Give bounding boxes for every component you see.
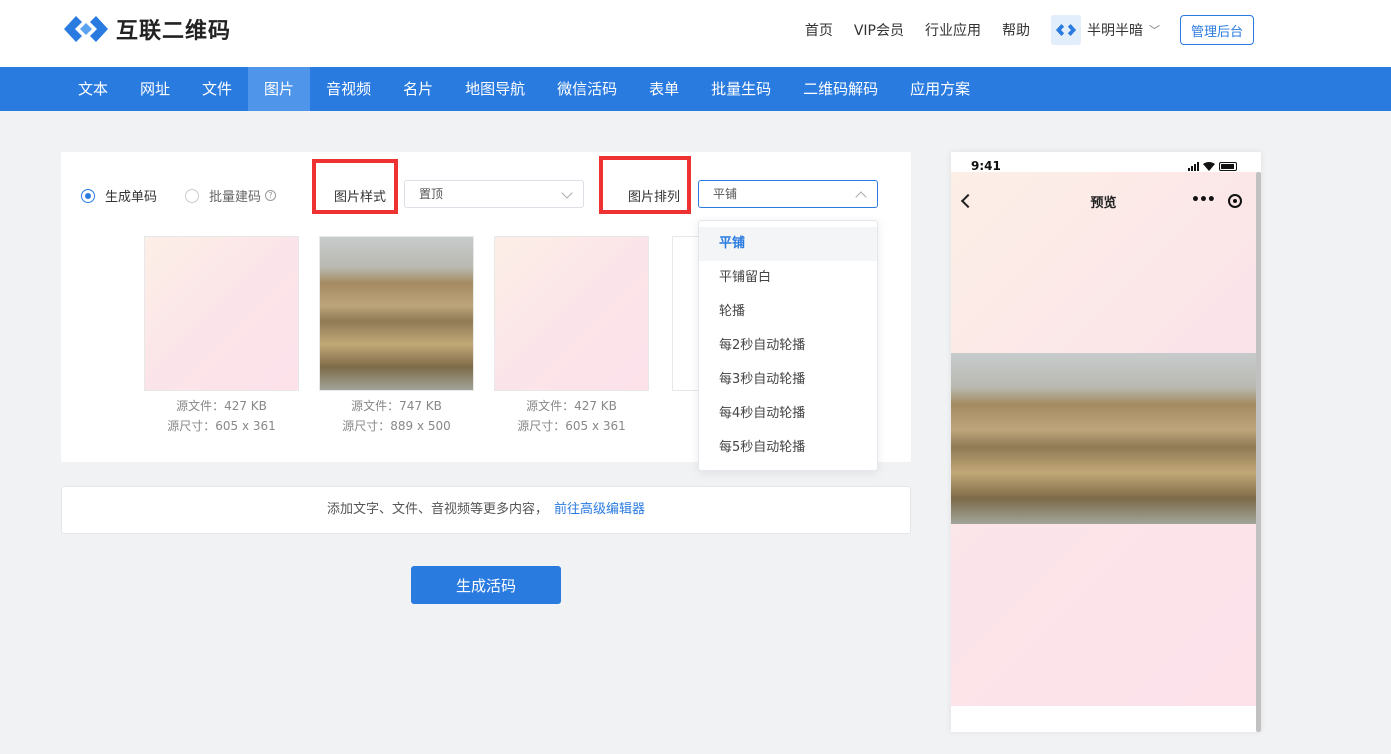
radio-single-label[interactable]: 生成单码: [105, 186, 157, 205]
avatar-logo-icon: [1055, 24, 1077, 36]
style-select-value: 置顶: [419, 187, 444, 201]
dropdown-option[interactable]: 每4秒自动轮播: [699, 397, 877, 431]
nav-solutions[interactable]: 应用方案: [894, 67, 986, 111]
thumb-dims: 源尺寸：605 x 361: [517, 419, 626, 433]
radio-batch-label[interactable]: 批量建码: [209, 186, 261, 205]
advanced-editor-link[interactable]: 前往高级编辑器: [554, 502, 645, 517]
highlight-box-style: [312, 159, 398, 214]
main-nav: 文本 网址 文件 图片 音视频 名片 地图导航 微信活码 表单 批量生码 二维码…: [0, 67, 1391, 111]
header: 互联二维码 首页 VIP会员 行业应用 帮助 半明半暗 ﹀ 管理后台: [0, 0, 1391, 67]
phone-preview-photo: [951, 353, 1256, 524]
radio-single[interactable]: [81, 188, 95, 203]
thumb-dims: 源尺寸：889 x 500: [342, 419, 451, 433]
top-link-help[interactable]: 帮助: [1002, 20, 1030, 40]
nav-url[interactable]: 网址: [124, 67, 186, 111]
chevron-up-icon: [855, 191, 867, 203]
nav-file[interactable]: 文件: [186, 67, 248, 111]
top-link-home[interactable]: 首页: [805, 20, 833, 40]
nav-map[interactable]: 地图导航: [449, 67, 541, 111]
style-select[interactable]: 置顶: [404, 180, 584, 208]
mode-radio-group: 生成单码 批量建码 ?: [81, 186, 277, 205]
dropdown-option[interactable]: 每3秒自动轮播: [699, 363, 877, 397]
brand-name: 互联二维码: [116, 19, 232, 44]
nav-decode[interactable]: 二维码解码: [787, 67, 894, 111]
nav-text[interactable]: 文本: [62, 67, 124, 111]
phone-preview: 9:41 预览 •••: [951, 152, 1261, 732]
user-name: 半明半暗: [1086, 23, 1143, 39]
phone-status-bar: 9:41: [951, 152, 1261, 174]
top-links: 首页 VIP会员 行业应用 帮助 半明半暗 ﹀ 管理后台: [805, 0, 1391, 60]
nav-batch[interactable]: 批量生码: [695, 67, 787, 111]
thumb-size: 源文件：747 KB: [351, 399, 442, 413]
image-thumb-1[interactable]: [144, 236, 299, 391]
phone-scrollbar[interactable]: [1256, 172, 1261, 732]
logo-icon: [64, 16, 108, 42]
chevron-down-icon: ﹀: [1148, 24, 1160, 37]
admin-button[interactable]: 管理后台: [1179, 15, 1254, 45]
image-thumb-3-meta: 源文件：427 KB 源尺寸：605 x 361: [494, 396, 649, 436]
generate-button[interactable]: 生成活码: [411, 566, 561, 604]
battery-icon: [1219, 162, 1237, 171]
dropdown-option[interactable]: 平铺: [699, 227, 877, 261]
wifi-icon: [1203, 162, 1215, 171]
image-thumb-1-meta: 源文件：427 KB 源尺寸：605 x 361: [144, 396, 299, 436]
dropdown-option[interactable]: 轮播: [699, 295, 877, 329]
more-icon[interactable]: •••: [1191, 192, 1216, 208]
signal-icon: [1188, 162, 1199, 171]
highlight-box-arrange: [599, 156, 691, 214]
status-icons: [1188, 162, 1237, 171]
chevron-down-icon: [561, 187, 573, 199]
arrange-dropdown: 平铺 平铺留白 轮播 每2秒自动轮播 每3秒自动轮播 每4秒自动轮播 每5秒自动…: [698, 220, 878, 471]
phone-time: 9:41: [971, 159, 1001, 173]
dropdown-option[interactable]: 每2秒自动轮播: [699, 329, 877, 363]
nav-form[interactable]: 表单: [633, 67, 695, 111]
dropdown-option[interactable]: 每5秒自动轮播: [699, 431, 877, 465]
image-thumb-2-meta: 源文件：747 KB 源尺寸：889 x 500: [319, 396, 474, 436]
nav-image[interactable]: 图片: [248, 67, 311, 111]
nav-card[interactable]: 名片: [387, 67, 449, 111]
logo[interactable]: 互联二维码: [62, 12, 231, 46]
user-menu[interactable]: 半明半暗 ﹀: [1050, 15, 1160, 45]
add-content-text: 添加文字、文件、音视频等更多内容，: [326, 502, 548, 517]
avatar: [1050, 15, 1081, 45]
image-thumb-3[interactable]: [494, 236, 649, 391]
arrange-select[interactable]: 平铺: [698, 180, 878, 208]
help-icon[interactable]: ?: [265, 190, 277, 201]
nav-wechat[interactable]: 微信活码: [541, 67, 633, 111]
radio-batch[interactable]: [185, 188, 200, 203]
target-icon[interactable]: [1228, 194, 1242, 208]
top-link-industry[interactable]: 行业应用: [925, 20, 981, 40]
thumb-size: 源文件：427 KB: [176, 399, 267, 413]
thumb-size: 源文件：427 KB: [526, 399, 617, 413]
thumb-dims: 源尺寸：605 x 361: [167, 419, 276, 433]
arrange-select-value: 平铺: [713, 187, 738, 201]
dropdown-option[interactable]: 平铺留白: [699, 261, 877, 295]
image-thumb-2[interactable]: [319, 236, 474, 391]
top-link-vip[interactable]: VIP会员: [854, 20, 904, 40]
add-content-bar: 添加文字、文件、音视频等更多内容， 前往高级编辑器: [61, 486, 911, 534]
nav-av[interactable]: 音视频: [310, 67, 387, 111]
